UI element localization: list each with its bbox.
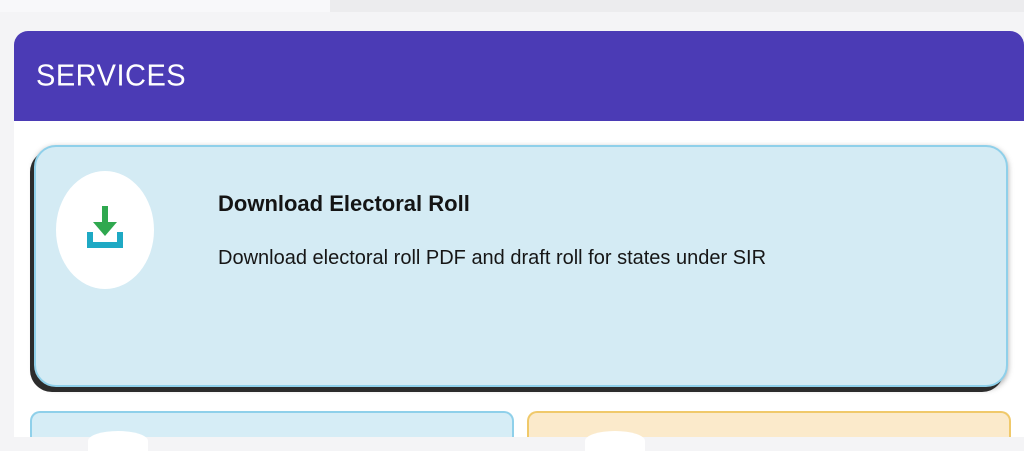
service-card-2[interactable] bbox=[30, 411, 514, 451]
services-title: SERVICES bbox=[36, 58, 187, 93]
icon-circle bbox=[585, 431, 645, 451]
download-icon bbox=[83, 204, 127, 257]
icon-circle bbox=[56, 171, 154, 289]
download-electoral-roll-card[interactable]: Download Electoral Roll Download elector… bbox=[34, 145, 1008, 387]
services-header: SERVICES bbox=[14, 31, 1024, 121]
icon-circle bbox=[88, 431, 148, 451]
top-bar bbox=[0, 0, 1024, 12]
card-description: Download electoral roll PDF and draft ro… bbox=[218, 247, 767, 269]
card-title: Download Electoral Roll bbox=[218, 191, 470, 216]
service-card-3[interactable] bbox=[527, 411, 1011, 451]
